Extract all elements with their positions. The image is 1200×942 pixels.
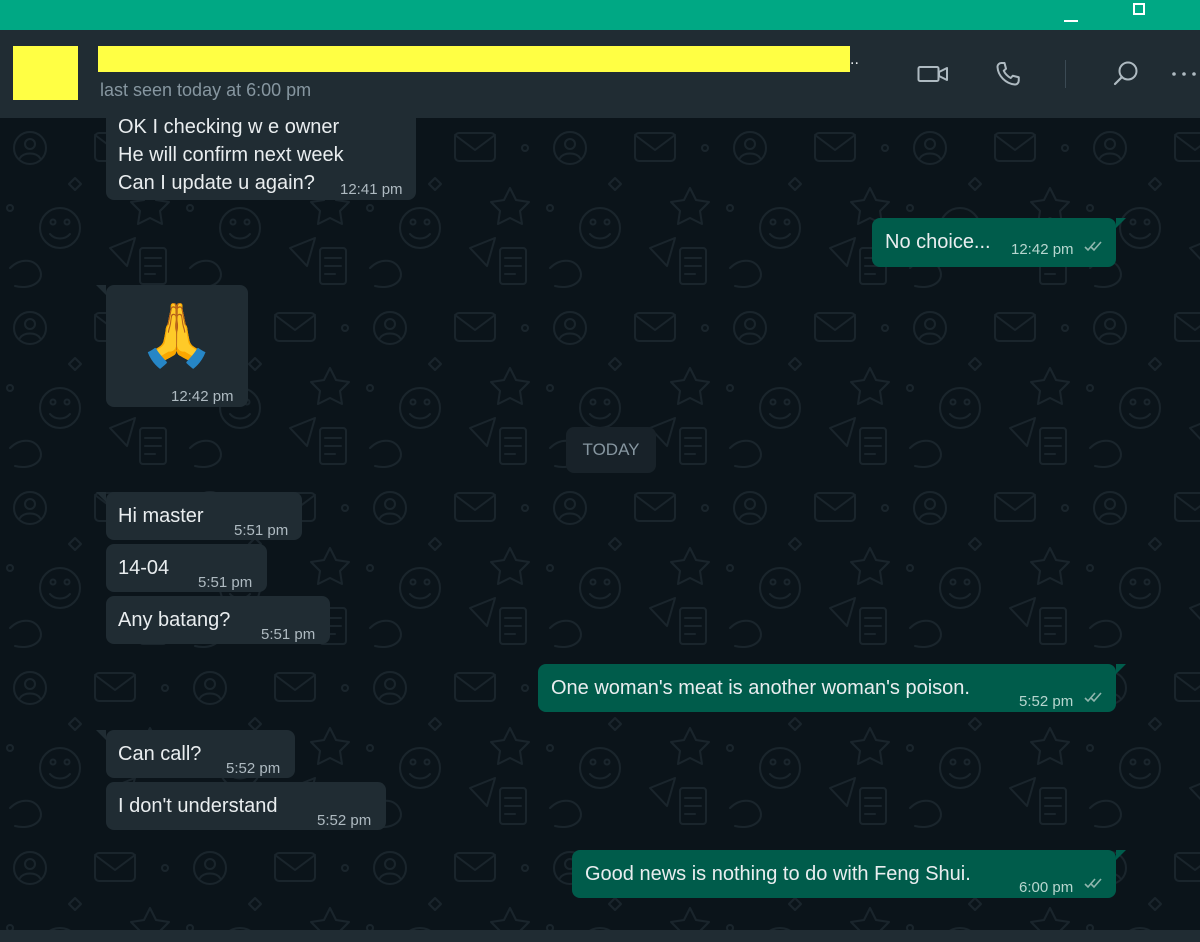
message-text: Good news is nothing to do with Feng Shu… bbox=[585, 863, 971, 885]
more-options-icon bbox=[1172, 72, 1196, 76]
incoming-message[interactable]: Hi master 5:51 pm bbox=[96, 492, 302, 540]
message-line: Can I update u again? bbox=[118, 172, 315, 194]
emoji: 🙏 bbox=[138, 298, 216, 371]
maximize-button[interactable] bbox=[1116, 0, 1162, 30]
more-options-button[interactable] bbox=[1168, 60, 1200, 88]
bubble-tail bbox=[96, 285, 106, 295]
message-time: 5:51 pm bbox=[234, 522, 289, 539]
message-time: 5:52 pm bbox=[317, 812, 372, 829]
contact-name-redacted[interactable] bbox=[98, 46, 850, 72]
search-icon bbox=[1113, 61, 1138, 86]
video-call-button[interactable] bbox=[914, 60, 952, 88]
outgoing-message[interactable]: No choice... 12:42 pm bbox=[872, 218, 1126, 267]
minimize-button[interactable] bbox=[1048, 0, 1094, 30]
message-text: One woman's meat is another woman's pois… bbox=[551, 677, 970, 699]
contact-avatar[interactable] bbox=[13, 46, 78, 100]
composer-bar-edge bbox=[0, 930, 1200, 942]
message-time: 12:42 pm bbox=[1011, 241, 1074, 258]
last-seen-status: last seen today at 6:00 pm bbox=[100, 80, 312, 100]
bubble-tail bbox=[1116, 218, 1126, 228]
day-divider-chip: TODAY bbox=[566, 427, 656, 473]
video-call-icon bbox=[917, 66, 948, 82]
voice-call-button[interactable] bbox=[990, 57, 1026, 91]
message-line: He will confirm next week bbox=[118, 144, 344, 166]
chat-header: .. last seen today at 6:00 pm bbox=[0, 30, 1200, 118]
message-time: 12:41 pm bbox=[340, 181, 403, 198]
voice-call-icon bbox=[996, 62, 1020, 86]
message-text: Can call? bbox=[118, 743, 202, 765]
message-time: 5:52 pm bbox=[226, 760, 281, 777]
message-time: 5:52 pm bbox=[1019, 693, 1074, 710]
bubble-tail bbox=[1116, 664, 1126, 674]
message-time: 5:51 pm bbox=[198, 574, 253, 591]
message-text: 14-04 bbox=[118, 557, 170, 579]
incoming-emoji-message[interactable]: 🙏 12:42 pm bbox=[96, 285, 248, 407]
minimize-icon bbox=[1064, 20, 1078, 22]
message-time: 12:42 pm bbox=[171, 388, 234, 405]
message-text: Any batang? bbox=[118, 609, 231, 631]
incoming-message[interactable]: Any batang? 5:51 pm bbox=[106, 596, 330, 644]
bubble-tail bbox=[96, 492, 106, 502]
message-line: OK I checking w e owner bbox=[118, 118, 340, 138]
read-receipt-icon bbox=[1084, 241, 1102, 252]
message-text: No choice... bbox=[885, 231, 991, 253]
contact-name-suffix: .. bbox=[850, 51, 859, 68]
chat-message-area[interactable]: OK I checking w e owner He will confirm … bbox=[0, 118, 1200, 930]
message-text: Hi master bbox=[118, 505, 204, 527]
incoming-message[interactable]: 14-04 5:51 pm bbox=[106, 544, 267, 592]
read-receipt-icon bbox=[1084, 692, 1102, 703]
header-divider bbox=[1065, 60, 1066, 88]
outgoing-message[interactable]: One woman's meat is another woman's pois… bbox=[538, 664, 1126, 712]
search-button[interactable] bbox=[1108, 56, 1144, 92]
message-time: 6:00 pm bbox=[1019, 879, 1074, 896]
incoming-message[interactable]: Can call? 5:52 pm bbox=[96, 730, 295, 778]
incoming-message[interactable]: OK I checking w e owner He will confirm … bbox=[106, 118, 416, 200]
maximize-icon bbox=[1133, 3, 1145, 15]
window-title-bar bbox=[0, 0, 1200, 30]
bubble-tail bbox=[96, 730, 106, 740]
message-text: I don't understand bbox=[118, 795, 278, 817]
outgoing-message[interactable]: Good news is nothing to do with Feng Shu… bbox=[572, 850, 1126, 898]
incoming-message[interactable]: I don't understand 5:52 pm bbox=[106, 782, 386, 830]
bubble-tail bbox=[1116, 850, 1126, 860]
read-receipt-icon bbox=[1084, 878, 1102, 889]
message-time: 5:51 pm bbox=[261, 626, 316, 643]
